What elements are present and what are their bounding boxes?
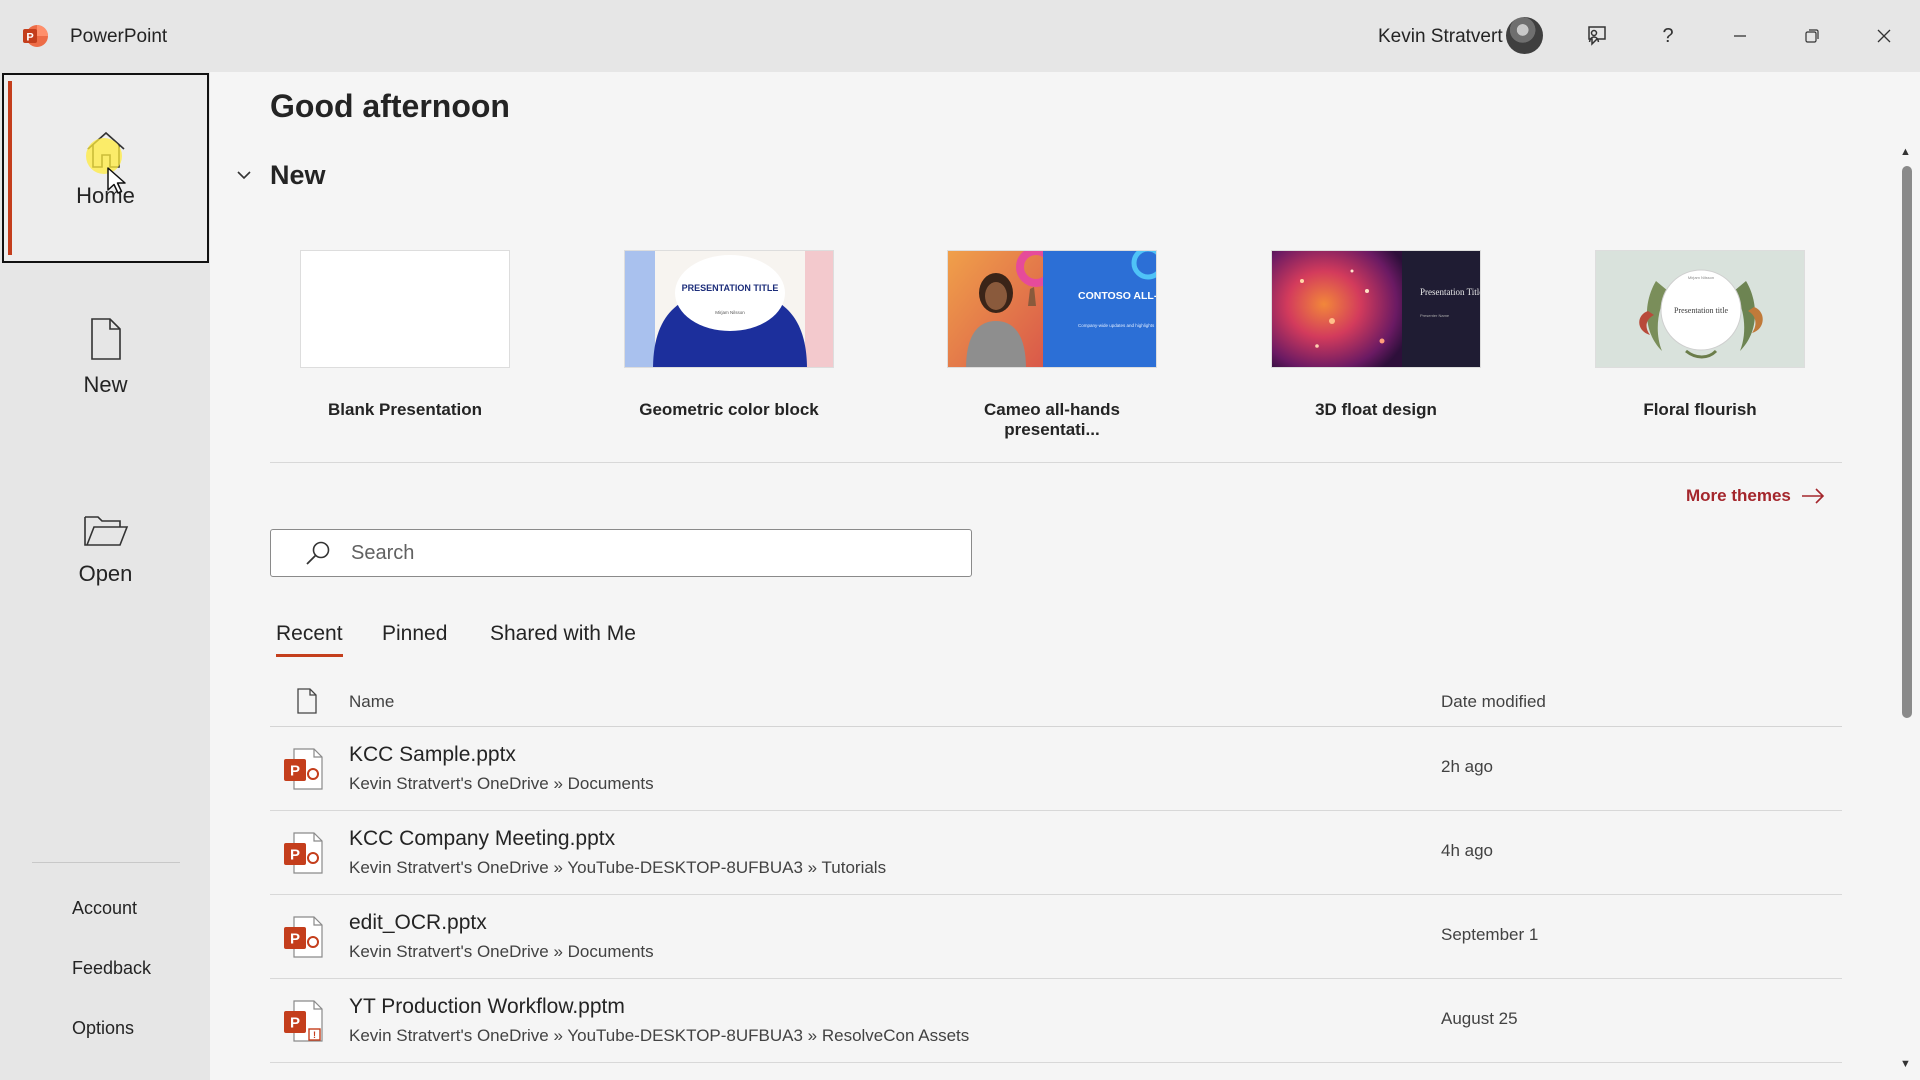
main-content: Good afternoon New Blank Presentation PR… <box>210 72 1920 1080</box>
template-thumb-title: CONTOSO ALL-HANDS <box>1078 290 1157 302</box>
file-path: Kevin Stratvert's OneDrive » Documents <box>349 942 654 961</box>
pptx-file-icon: P <box>284 916 323 958</box>
template-name: Blank Presentation <box>328 400 482 419</box>
template-name: 3D float design <box>1315 400 1437 419</box>
template-thumb-subtitle: Presenter Name <box>1420 313 1450 318</box>
tab-pinned[interactable]: Pinned <box>382 622 447 654</box>
folder-open-icon <box>83 516 128 546</box>
file-path: Kevin Stratvert's OneDrive » Documents <box>349 774 654 793</box>
template-thumbnail: CONTOSO ALL-HANDS Company-wide updates a… <box>947 250 1157 368</box>
more-themes-link[interactable]: More themes <box>1686 486 1825 506</box>
template-name: Cameo all-hands presentati... <box>983 400 1121 439</box>
tab-shared-with-me[interactable]: Shared with Me <box>490 622 636 654</box>
file-name[interactable]: KCC Sample.pptx <box>349 743 516 767</box>
template-name: Floral flourish <box>1643 400 1757 419</box>
template-thumbnail: Presentation title Mirjam Nilsson <box>1595 250 1805 368</box>
template-floral-flourish[interactable]: Presentation title Mirjam Nilsson Floral… <box>1595 250 1807 420</box>
scroll-up-arrow-icon[interactable]: ▲ <box>1900 146 1911 158</box>
template-thumbnail: PRESENTATION TITLE Mirjam Nilsson <box>624 250 834 368</box>
sidebar-item-label: Open <box>78 561 133 586</box>
close-icon[interactable] <box>1866 18 1902 54</box>
minimize-icon[interactable] <box>1722 18 1758 54</box>
sidebar-item-open[interactable]: Open <box>2 454 209 644</box>
more-themes-label: More themes <box>1686 486 1791 505</box>
svg-text:P: P <box>290 931 300 948</box>
template-thumb-subtitle: Mirjam Nilsson <box>715 310 745 315</box>
table-row[interactable]: P KCC Company Meeting.pptx Kevin Stratve… <box>270 811 1842 895</box>
template-3d-float-design[interactable]: Presentation Title Presenter Name 3D flo… <box>1271 250 1483 420</box>
pptm-file-icon: P ! <box>284 1000 323 1042</box>
svg-text:P: P <box>290 763 300 780</box>
title-bar: P PowerPoint Kevin Stratvert ? <box>0 0 1920 72</box>
powerpoint-logo-icon: P <box>23 25 48 47</box>
template-thumbnail <box>300 250 510 368</box>
sidebar-divider <box>32 862 180 863</box>
template-geometric-color-block[interactable]: PRESENTATION TITLE Mirjam Nilsson Geomet… <box>624 250 836 420</box>
sidebar-item-label: New <box>83 372 128 397</box>
restore-icon[interactable] <box>1794 18 1830 54</box>
feedback-icon[interactable] <box>1578 18 1614 54</box>
table-row[interactable]: P KCC Sample.pptx Kevin Stratvert's OneD… <box>270 727 1842 811</box>
file-path: Kevin Stratvert's OneDrive » YouTube-DES… <box>349 1026 970 1045</box>
new-document-icon <box>90 318 121 360</box>
options-link[interactable]: Options <box>72 1018 134 1039</box>
template-name: Geometric color block <box>639 400 819 419</box>
account-link[interactable]: Account <box>72 898 137 919</box>
file-date-modified: August 25 <box>1441 1009 1518 1028</box>
file-name[interactable]: KCC Company Meeting.pptx <box>349 827 615 851</box>
template-thumb-title: Presentation Title <box>1420 287 1481 297</box>
file-name[interactable]: edit_OCR.pptx <box>349 911 487 935</box>
svg-text:P: P <box>290 1015 300 1032</box>
file-date-modified: 2h ago <box>1441 757 1493 776</box>
feedback-link[interactable]: Feedback <box>72 958 151 979</box>
template-blank-presentation[interactable]: Blank Presentation <box>300 250 512 420</box>
file-name[interactable]: YT Production Workflow.pptm <box>349 995 625 1019</box>
app-name: PowerPoint <box>70 26 168 47</box>
template-thumb-subtitle: Mirjam Nilsson <box>1688 275 1714 280</box>
column-header-name[interactable]: Name <box>349 692 394 712</box>
template-thumb-title: Presentation title <box>1674 306 1728 315</box>
section-divider <box>270 462 1842 463</box>
help-icon[interactable]: ? <box>1650 18 1686 54</box>
new-section-title: New <box>270 160 326 190</box>
file-type-column-icon <box>297 688 317 714</box>
user-name[interactable]: Kevin Stratvert <box>1378 26 1503 48</box>
chevron-down-icon <box>237 171 251 180</box>
file-path: Kevin Stratvert's OneDrive » YouTube-DES… <box>349 858 887 877</box>
vertical-scrollbar[interactable]: ▲ ▼ <box>1896 140 1918 1080</box>
table-row[interactable]: P ! YT Production Workflow.pptm Kevin St… <box>270 979 1842 1063</box>
avatar[interactable] <box>1506 17 1543 54</box>
template-thumb-title: PRESENTATION TITLE <box>682 283 779 293</box>
tab-recent[interactable]: Recent <box>276 622 343 657</box>
pptx-file-icon: P <box>284 832 323 874</box>
svg-text:P: P <box>290 847 300 864</box>
file-date-modified: September 1 <box>1441 925 1539 944</box>
scroll-down-arrow-icon[interactable]: ▼ <box>1900 1058 1911 1070</box>
search-icon <box>306 541 330 565</box>
svg-text:P: P <box>26 32 33 44</box>
file-date-modified: 4h ago <box>1441 841 1493 860</box>
sidebar: Home New Open Account Feedback Options <box>0 72 210 1080</box>
template-cameo-all-hands[interactable]: CONTOSO ALL-HANDS Company-wide updates a… <box>947 250 1159 440</box>
page-title: Good afternoon <box>270 88 510 124</box>
pptx-file-icon: P <box>284 748 323 790</box>
collapse-new-section-button[interactable] <box>236 168 252 186</box>
scrollbar-thumb[interactable] <box>1902 166 1912 718</box>
svg-text:!: ! <box>313 1030 316 1040</box>
table-row[interactable]: P edit_OCR.pptx Kevin Stratvert's OneDri… <box>270 895 1842 979</box>
template-thumb-subtitle: Company-wide updates and highlights <box>1078 323 1155 328</box>
column-header-date-modified[interactable]: Date modified <box>1441 692 1546 712</box>
sidebar-item-new[interactable]: New <box>2 262 209 452</box>
template-thumbnail: Presentation Title Presenter Name <box>1271 250 1481 368</box>
mouse-cursor-icon <box>107 167 126 194</box>
search-input[interactable] <box>351 541 911 565</box>
search-box[interactable] <box>270 529 972 577</box>
arrow-right-icon <box>1801 488 1825 504</box>
